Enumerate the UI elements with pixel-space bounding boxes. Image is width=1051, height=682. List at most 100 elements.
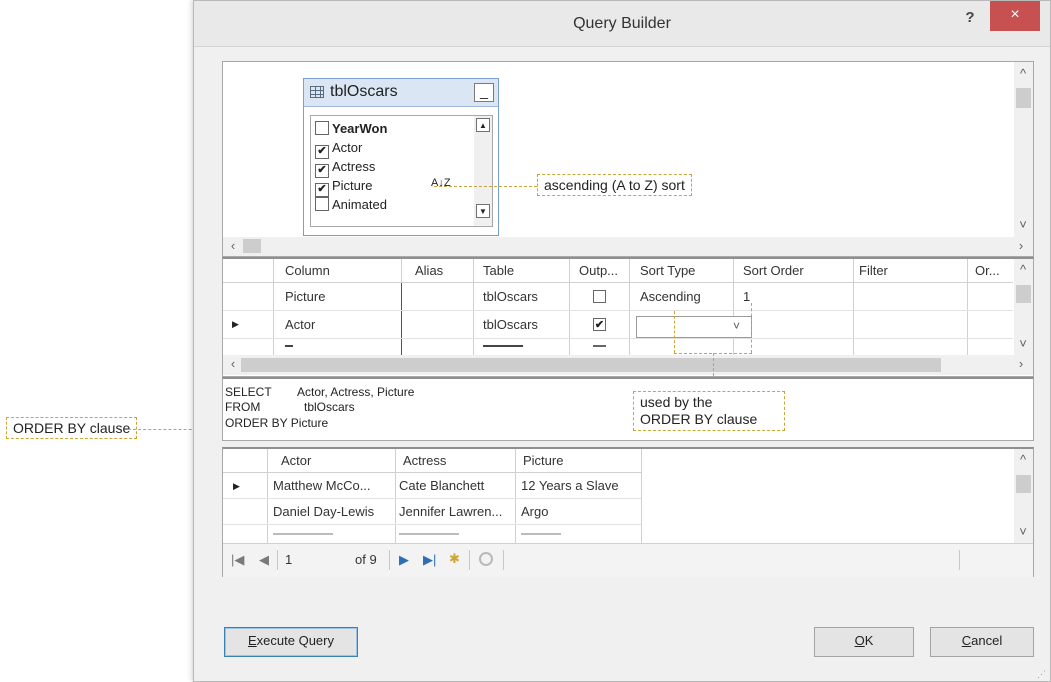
cancel-mnemonic: C (961, 633, 972, 648)
callout-ascending-sort: ascending (A to Z) sort (537, 174, 692, 196)
execute-query-button[interactable]: Execute Query (224, 627, 358, 657)
execute-query-mnemonic: E (248, 633, 257, 648)
scroll-thumb[interactable] (1016, 88, 1031, 108)
field-label: Actress (332, 159, 376, 174)
field-item-actor[interactable]: ✔ Actor (315, 138, 362, 159)
results-header-row: Actor Actress Picture (223, 449, 641, 473)
field-label: Animated (332, 197, 387, 212)
field-item-picture[interactable]: ✔ Picture (315, 176, 372, 197)
grid-cell-column[interactable]: Picture (285, 289, 325, 304)
field-list-scrollbar[interactable]: ▲ ▼ (474, 116, 492, 226)
grid-cell-table[interactable]: tblOscars (483, 317, 538, 332)
close-button[interactable]: × (990, 1, 1040, 31)
results-header-actress: Actress (403, 453, 447, 468)
scroll-up-icon[interactable]: ▲ (476, 118, 490, 132)
grid-header-or: Or... (975, 263, 1000, 278)
stop-icon[interactable] (479, 552, 493, 566)
previous-record-icon[interactable]: ◀ (259, 552, 269, 568)
results-header-actor: Actor (281, 453, 312, 468)
results-pane: Actor Actress Picture ▶ Matthew McCo... … (222, 447, 1034, 577)
grid-cell-table[interactable]: tblOscars (483, 289, 538, 304)
record-number-input[interactable]: 1 (285, 552, 292, 567)
results-vertical-scrollbar[interactable]: ^ ˅ (1014, 449, 1033, 543)
record-count-label: of 9 (355, 552, 377, 567)
help-button[interactable]: ? (958, 7, 982, 29)
scroll-left-icon[interactable]: ‹ (225, 357, 241, 373)
callout-order-by-clause: ORDER BY clause (6, 417, 138, 439)
next-record-icon[interactable]: ▶ (399, 552, 409, 568)
query-builder-dialog: Query Builder ? × tblOscars _ YearWon ✔ A… (193, 0, 1051, 682)
output-checkbox-checked[interactable]: ✔ (593, 318, 606, 331)
scroll-thumb[interactable] (1016, 285, 1031, 303)
grid-header-output: Outp... (579, 263, 619, 278)
sql-pane[interactable]: SELECT Actor, Actress, Picture FROM tblO… (222, 377, 1034, 441)
results-cell[interactable]: Jennifer Lawren... (399, 504, 502, 519)
first-record-icon[interactable]: |◀ (231, 552, 244, 568)
output-checkbox[interactable] (593, 290, 606, 303)
current-row-indicator-icon: ▶ (233, 481, 240, 491)
grid-cell-sort-order[interactable]: 1 (743, 289, 750, 304)
grid-vertical-scrollbar[interactable]: ^ ˅ (1014, 259, 1033, 355)
results-header-picture: Picture (523, 453, 564, 468)
scroll-right-icon[interactable]: › (1013, 357, 1029, 373)
grid-cell-sort-type[interactable]: Ascending (640, 289, 701, 304)
table-widget-tbloscars[interactable]: tblOscars _ YearWon ✔ Actor ✔ Actress ✔ Pic… (303, 78, 499, 236)
grid-header-sort-order: Sort Order (743, 263, 804, 278)
grid-row[interactable]: ▶ Actor tblOscars ✔ (223, 311, 1013, 339)
ok-label: K (864, 633, 874, 648)
grid-horizontal-scrollbar[interactable]: ‹ › (223, 355, 1033, 375)
diagram-horizontal-scrollbar[interactable]: ‹ › (223, 237, 1033, 256)
diagram-vertical-scrollbar[interactable]: ^ ˅ (1014, 62, 1033, 237)
scroll-thumb[interactable] (243, 239, 261, 253)
results-cell[interactable]: Matthew McCo... (273, 478, 371, 493)
minimize-button[interactable]: _ (474, 83, 494, 102)
callout-text: used by the (640, 394, 713, 410)
grid-cell-column[interactable]: Actor (285, 317, 315, 332)
scroll-up-icon[interactable]: ^ (1015, 263, 1031, 279)
execute-query-label: xecute Query (256, 633, 334, 648)
ok-mnemonic: O (854, 633, 865, 648)
scroll-thumb[interactable] (241, 358, 941, 372)
chevron-down-icon[interactable]: ˅ (733, 319, 740, 333)
ok-button[interactable]: OK (814, 627, 914, 657)
scroll-up-icon[interactable]: ^ (1015, 453, 1031, 469)
scroll-left-icon[interactable]: ‹ (225, 239, 241, 255)
results-cell[interactable]: Daniel Day-Lewis (273, 504, 374, 519)
grid-header-row: Column Alias Table Outp... Sort Type Sor… (223, 259, 1013, 283)
sort-type-dropdown[interactable]: ˅ (636, 316, 752, 338)
results-row[interactable]: Daniel Day-Lewis Jennifer Lawren... Argo (223, 499, 641, 525)
diagram-pane: tblOscars _ YearWon ✔ Actor ✔ Actress ✔ Pic… (222, 61, 1034, 257)
grid-header-sort-type: Sort Type (640, 263, 696, 278)
grid-header-alias: Alias (415, 263, 444, 278)
scroll-thumb[interactable] (1016, 475, 1031, 493)
field-item-animated[interactable]: Animated (315, 195, 387, 214)
results-row[interactable]: ▶ Matthew McCo... Cate Blanchett 12 Year… (223, 473, 641, 499)
last-record-icon[interactable]: ▶| (423, 552, 436, 568)
results-cell[interactable]: Cate Blanchett (399, 478, 484, 493)
field-label: YearWon (332, 121, 388, 136)
scroll-down-icon[interactable]: ˅ (1015, 337, 1031, 353)
field-item-actress[interactable]: ✔ Actress (315, 157, 376, 178)
grid-header-column: Column (285, 263, 330, 278)
scroll-right-icon[interactable]: › (1013, 239, 1029, 255)
grid-row[interactable]: Picture tblOscars Ascending 1 (223, 283, 1013, 311)
results-cell[interactable]: 12 Years a Slave (521, 478, 619, 493)
table-widget-header[interactable]: tblOscars _ (304, 79, 498, 107)
sort-ascending-glyph: A↓Z (431, 177, 451, 189)
criteria-grid-pane: Column Alias Table Outp... Sort Type Sor… (222, 257, 1034, 381)
field-item-yearwon[interactable]: YearWon (315, 119, 387, 138)
field-checkbox[interactable] (315, 197, 329, 211)
scroll-down-icon[interactable]: ˅ (1015, 218, 1031, 234)
new-record-icon[interactable]: ✱ (449, 551, 460, 567)
callout-used-by-order-by: used by the ORDER BY clause (633, 391, 785, 431)
scroll-down-icon[interactable]: ˅ (1015, 525, 1031, 541)
resize-grip-icon[interactable]: ⋰ (1037, 669, 1046, 680)
grid-header-filter: Filter (859, 263, 888, 278)
dialog-title: Query Builder (573, 15, 671, 32)
results-cell[interactable]: Argo (521, 504, 548, 519)
cancel-button[interactable]: Cancel (930, 627, 1034, 657)
field-checkbox[interactable] (315, 121, 329, 135)
scroll-down-icon[interactable]: ▼ (476, 204, 490, 218)
sql-order-by: ORDER BY Picture (225, 416, 329, 430)
scroll-up-icon[interactable]: ^ (1015, 67, 1031, 83)
